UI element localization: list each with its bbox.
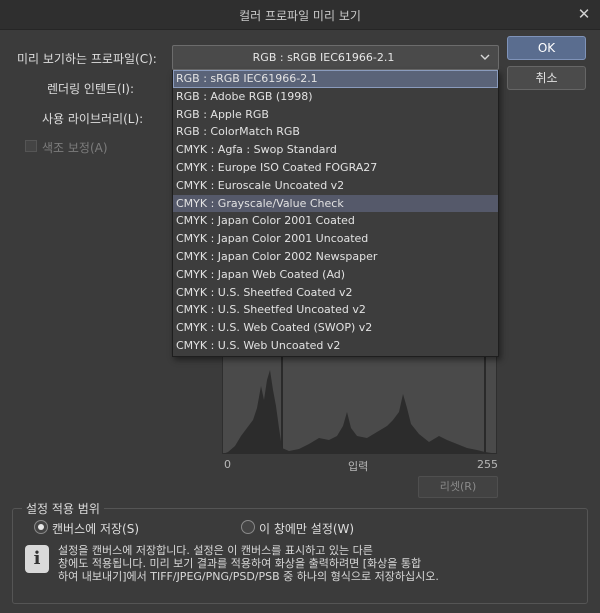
info-line-1: 설정을 캔버스에 저장합니다. 설정은 이 캔버스를 표시하고 있는 다른 [58,544,373,557]
info-line-2: 창에도 적용됩니다. 미리 보기 결과를 적용하여 화상을 출력하려면 [화상을… [58,557,422,570]
histogram-curve [223,370,498,454]
profile-option[interactable]: CMYK : Japan Color 2001 Coated [173,212,498,230]
save-to-canvas-radio[interactable] [34,520,48,534]
profile-option[interactable]: CMYK : Japan Web Coated (Ad) [173,266,498,284]
profile-option[interactable]: CMYK : U.S. Sheetfed Uncoated v2 [173,301,498,319]
ok-button[interactable]: OK [507,36,586,60]
histogram-x-min: 0 [224,458,231,471]
profile-option[interactable]: RGB : sRGB IEC61966-2.1 [173,70,498,88]
rendering-intent-label: 렌더링 인텐트(I): [47,82,135,96]
profile-option[interactable]: CMYK : Grayscale/Value Check [173,194,498,213]
profile-option[interactable]: CMYK : Euroscale Uncoated v2 [173,177,498,195]
profile-option[interactable]: CMYK : Japan Color 2001 Uncoated [173,230,498,248]
profile-dropdown[interactable]: RGB : sRGB IEC61966-2.1 [172,45,499,70]
histogram-x-max: 255 [477,458,498,471]
profile-option[interactable]: CMYK : Japan Color 2002 Newspaper [173,248,498,266]
save-to-canvas-label[interactable]: 캔버스에 저장(S) [52,520,139,537]
this-window-only-label[interactable]: 이 창에만 설정(W) [259,520,354,537]
this-window-only-radio[interactable] [241,520,255,534]
tone-correction-label: 색조 보정(A) [42,141,108,155]
title-bar: 컬러 프로파일 미리 보기 ✕ [0,0,600,30]
profile-label: 미리 보기하는 프로파일(C): [17,52,157,66]
profile-dropdown-value: RGB : sRGB IEC61966-2.1 [252,51,395,64]
cancel-button[interactable]: 취소 [507,66,586,90]
info-icon: i [25,545,49,573]
reset-button[interactable]: 리셋(R) [418,476,498,498]
info-message: 설정을 캔버스에 저장합니다. 설정은 이 캔버스를 표시하고 있는 다른 창에… [58,544,578,583]
profile-option[interactable]: CMYK : Agfa : Swop Standard [173,141,498,159]
profile-option[interactable]: CMYK : U.S. Sheetfed Coated v2 [173,284,498,302]
close-icon[interactable]: ✕ [576,6,592,22]
info-line-3: 하여 내보내기]에서 TIFF/JPEG/PNG/PSD/PSB 중 하나의 형… [58,570,439,583]
profile-option[interactable]: CMYK : U.S. Web Uncoated v2 [173,337,498,355]
profile-option[interactable]: RGB : Adobe RGB (1998) [173,88,498,106]
tone-correction-checkbox[interactable] [25,140,37,152]
profile-option[interactable]: CMYK : Europe ISO Coated FOGRA27 [173,159,498,177]
histogram-x-label: 입력 [348,460,369,473]
histogram [222,356,498,454]
profile-list[interactable]: RGB : sRGB IEC61966-2.1 RGB : Adobe RGB (… [172,70,499,357]
apply-scope-title: 설정 적용 범위 [22,500,104,517]
chevron-down-icon [480,54,490,60]
window-title: 컬러 프로파일 미리 보기 [239,9,361,23]
profile-option[interactable]: RGB : Apple RGB [173,106,498,124]
library-label: 사용 라이브러리(L): [42,112,144,126]
profile-option[interactable]: CMYK : U.S. Web Coated (SWOP) v2 [173,319,498,337]
histogram-graph [223,356,498,454]
profile-option[interactable]: RGB : ColorMatch RGB [173,123,498,141]
